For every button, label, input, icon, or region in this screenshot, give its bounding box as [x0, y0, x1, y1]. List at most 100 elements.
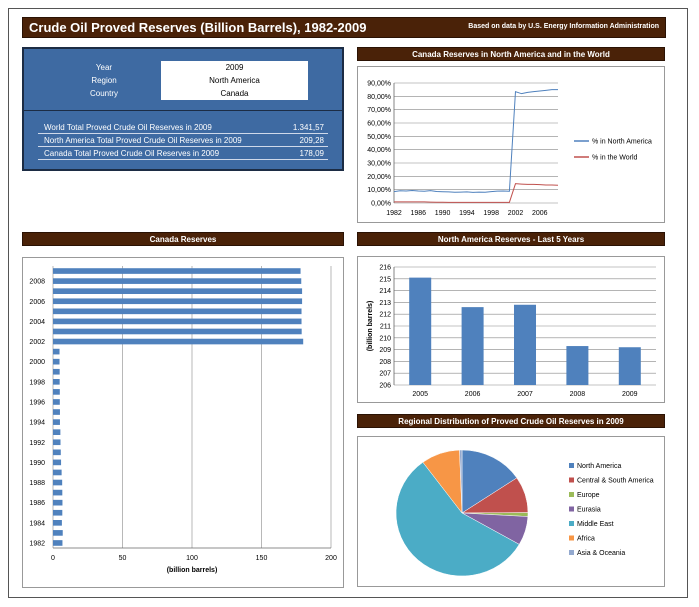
- bar: [618, 347, 641, 385]
- bar: [53, 540, 63, 546]
- y-tick-label: 40,00%: [367, 147, 391, 154]
- series-line-north-america: [393, 89, 558, 193]
- legend-label: Europe: [577, 492, 600, 499]
- y-tick-label: 1988: [29, 480, 45, 487]
- legend-label: North America: [577, 463, 621, 470]
- filter-values[interactable]: 2009 North America Canada: [161, 61, 308, 100]
- filter-labels: Year Region Country: [54, 61, 154, 100]
- x-tick-label: 1990: [435, 210, 451, 217]
- source-note: Based on data by U.S. Energy Information…: [468, 23, 659, 30]
- y-tick-label: 215: [379, 276, 391, 283]
- legend-swatch: [569, 521, 574, 526]
- section-title-canada-reserves: Canada Reserves: [22, 232, 344, 246]
- filter-label-country: Country: [89, 89, 118, 98]
- x-tick-label: 150: [256, 555, 268, 562]
- bar: [53, 389, 60, 395]
- bar: [53, 429, 61, 435]
- bar: [53, 489, 63, 496]
- y-tick-label: 209: [379, 347, 391, 354]
- y-tick-label: 0,00%: [371, 201, 391, 208]
- legend-label: Middle East: [577, 521, 614, 528]
- y-tick-label: 2004: [29, 319, 45, 326]
- x-tick-label: 2006: [465, 391, 481, 398]
- total-value: 209,28: [299, 136, 324, 145]
- legend-label: % in the World: [592, 155, 637, 162]
- y-tick-label: 60,00%: [367, 121, 391, 128]
- filter-value-year[interactable]: 2009: [161, 61, 308, 74]
- x-tick-label: 2006: [532, 210, 548, 217]
- x-tick-label: 1998: [483, 210, 499, 217]
- na-bar-chart: 206 207 208 209 210 211 212 213 214 215 216 2005 200…: [367, 265, 656, 398]
- bar: [53, 288, 303, 294]
- x-axis-title: (billion barrels): [167, 567, 218, 574]
- y-tick-label: 1994: [29, 420, 45, 427]
- legend-swatch: [569, 492, 574, 497]
- bar: [53, 399, 60, 405]
- y-tick-label: 1990: [29, 460, 45, 467]
- y-tick-label: 1982: [29, 540, 45, 547]
- filter-value-region[interactable]: North America: [161, 74, 308, 87]
- bar: [53, 520, 62, 526]
- total-value: 1.341,57: [292, 123, 324, 132]
- legend-label: % in North America: [592, 139, 652, 146]
- bar: [53, 308, 302, 315]
- y-tick-label: 206: [379, 383, 391, 390]
- y-tick-label: 70,00%: [367, 107, 391, 114]
- bar: [566, 346, 589, 385]
- bar: [53, 379, 60, 385]
- total-row-canada: Canada Total Proved Crude Oil Reserves i…: [38, 148, 328, 160]
- filter-value-country[interactable]: Canada: [161, 87, 308, 100]
- total-label: North America Total Proved Crude Oil Res…: [44, 136, 242, 145]
- y-tick-label: 90,00%: [367, 81, 391, 88]
- bar: [409, 277, 432, 385]
- bar: [53, 469, 62, 476]
- total-row-north-america: North America Total Proved Crude Oil Res…: [38, 135, 328, 147]
- x-tick-label: 2005: [412, 391, 428, 398]
- total-row-world: World Total Proved Crude Oil Reserves in…: [38, 122, 328, 134]
- bar: [53, 368, 60, 375]
- x-tick-label: 2008: [570, 391, 586, 398]
- total-label: World Total Proved Crude Oil Reserves in…: [44, 123, 212, 132]
- y-tick-label: 50,00%: [367, 134, 391, 141]
- regional-pie-chart: North America Central & South America Euro…: [395, 449, 654, 577]
- bar: [53, 348, 60, 355]
- y-tick-label: 2002: [29, 339, 45, 346]
- y-tick-label: 2000: [29, 359, 45, 366]
- y-tick-label: 214: [379, 288, 391, 295]
- y-tick-label: 80,00%: [367, 94, 391, 101]
- legend-label: Central & South America: [577, 478, 654, 485]
- bar: [53, 419, 60, 425]
- legend-label: Africa: [577, 536, 595, 543]
- x-tick-label: 2009: [622, 391, 638, 398]
- legend-swatch: [569, 506, 574, 512]
- bar: [53, 268, 301, 274]
- x-tick-label: 50: [119, 555, 127, 562]
- y-tick-label: 1986: [29, 500, 45, 507]
- x-tick-label: 1986: [411, 210, 427, 217]
- y-tick-label: 216: [379, 265, 391, 272]
- section-title-na-reserves: North America Reserves - Last 5 Years: [357, 232, 665, 246]
- bar: [53, 479, 63, 486]
- bar: [513, 304, 537, 385]
- bar: [53, 358, 60, 365]
- total-value: 178,09: [299, 149, 324, 158]
- y-tick-label: 2008: [29, 279, 45, 286]
- bar: [53, 449, 61, 456]
- y-tick-label: 10,00%: [367, 187, 391, 194]
- y-tick-label: 213: [379, 300, 391, 307]
- bar: [53, 499, 63, 506]
- pie-chart-panel: North America Central & South America Euro…: [357, 436, 665, 587]
- bar: [53, 328, 302, 335]
- bar: [53, 530, 63, 536]
- page-title: Crude Oil Proved Reserves (Billion Barre…: [29, 20, 367, 35]
- y-axis-title: (billion barrels): [367, 301, 374, 352]
- bar: [53, 338, 304, 345]
- section-title-share: Canada Reserves in North America and in …: [357, 47, 665, 61]
- series-line-world: [394, 183, 559, 203]
- x-tick-label: 2007: [517, 391, 533, 398]
- legend-swatch: [569, 463, 574, 468]
- x-tick-label: 1982: [386, 210, 402, 217]
- y-tick-label: 1992: [29, 440, 45, 447]
- y-tick-label: 207: [379, 371, 391, 378]
- y-tick-label: 1996: [29, 399, 45, 406]
